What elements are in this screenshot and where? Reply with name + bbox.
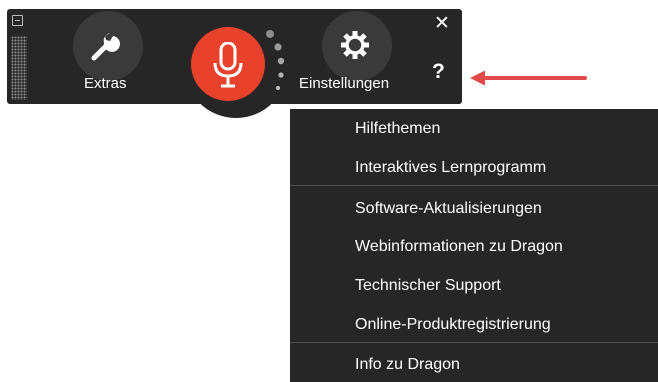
volume-level-indicator bbox=[266, 30, 285, 90]
wrench-icon bbox=[91, 33, 120, 61]
menu-item-help-topics[interactable]: Hilfethemen bbox=[355, 120, 440, 138]
menu-separator bbox=[290, 185, 658, 186]
settings-label: Einstellungen bbox=[299, 75, 390, 92]
menu-item-software-updates[interactable]: Software-Aktualisierungen bbox=[355, 200, 542, 218]
menu-item-interactive-tutorial[interactable]: Interaktives Lernprogramm bbox=[355, 159, 546, 177]
menu-item-technical-support[interactable]: Technischer Support bbox=[355, 277, 501, 295]
menu-item-product-registration[interactable]: Online-Produktregistrierung bbox=[355, 316, 551, 334]
annotation-arrow bbox=[470, 70, 587, 86]
gear-icon bbox=[341, 31, 369, 59]
microphone-icon bbox=[213, 42, 243, 88]
menu-item-about-dragon[interactable]: Info zu Dragon bbox=[355, 356, 460, 374]
help-menu: Hilfethemen Interaktives Lernprogramm So… bbox=[290, 109, 658, 382]
minimize-icon[interactable] bbox=[12, 15, 23, 26]
close-icon[interactable]: ✕ bbox=[434, 12, 450, 35]
menu-item-web-information[interactable]: Webinformationen zu Dragon bbox=[355, 238, 563, 256]
help-icon[interactable]: ? bbox=[432, 60, 445, 84]
drag-handle[interactable] bbox=[11, 36, 27, 100]
extras-label: Extras bbox=[84, 75, 127, 92]
menu-separator bbox=[290, 342, 658, 343]
